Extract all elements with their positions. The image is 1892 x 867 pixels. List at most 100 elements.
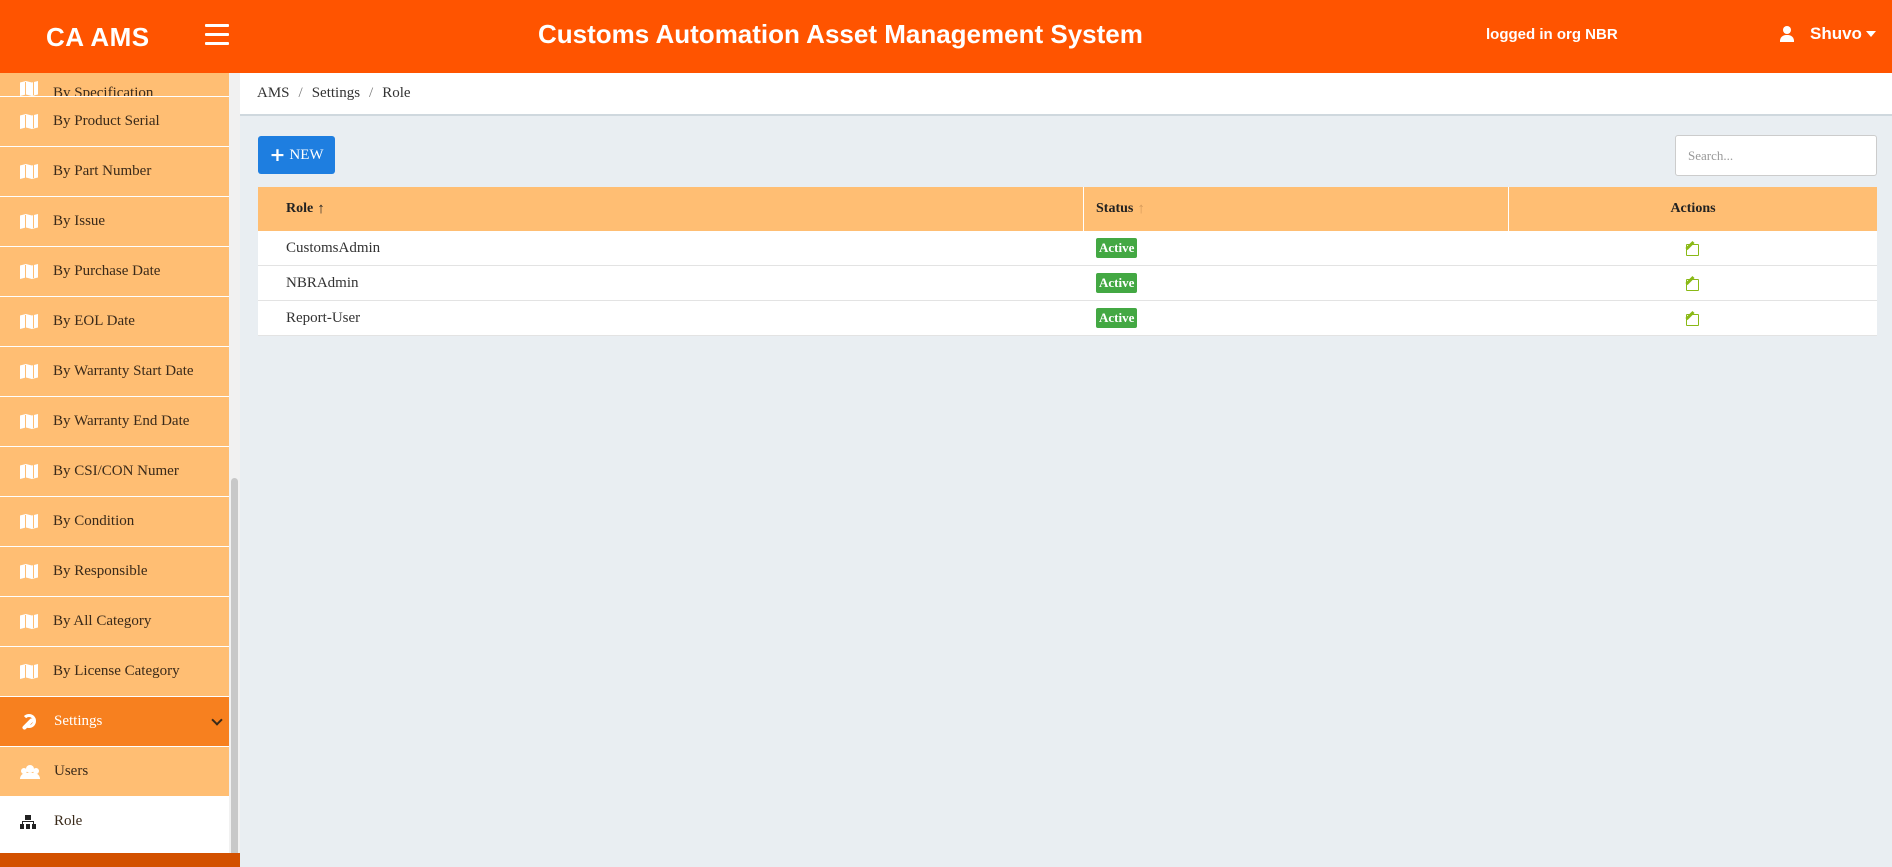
sidebar: By Specification By Product Serial By Par… — [0, 73, 240, 867]
role-cell: Report-User — [286, 309, 361, 326]
sort-icon: ↑ — [1137, 200, 1145, 217]
sidebar-item-users[interactable]: Users — [0, 747, 229, 797]
column-header-actions: Actions — [1509, 187, 1877, 231]
breadcrumb-ams[interactable]: AMS — [257, 85, 290, 102]
sidebar-item-by-issue[interactable]: By Issue — [0, 197, 229, 247]
top-bar: CA AMS Customs Automation Asset Manageme… — [0, 0, 1892, 73]
status-cell: Active — [1084, 231, 1509, 265]
app-title: Customs Automation Asset Management Syst… — [538, 19, 1143, 49]
map-icon — [20, 264, 38, 279]
sidebar-item-by-product-serial[interactable]: By Product Serial — [0, 97, 229, 147]
sidebar-menu: By Specification By Product Serial By Par… — [0, 73, 229, 847]
sidebar-item-by-purchase-date[interactable]: By Purchase Date — [0, 247, 229, 297]
sidebar-item-label: Users — [54, 763, 89, 779]
sidebar-item-label: By License Category — [53, 663, 180, 679]
menu-toggle-icon[interactable] — [205, 24, 229, 46]
sidebar-item-by-csi-con-numer[interactable]: By CSI/CON Numer — [0, 447, 229, 497]
sidebar-item-by-license-category[interactable]: By License Category — [0, 647, 229, 697]
edit-icon[interactable] — [1685, 277, 1701, 291]
roles-table: Role ↑ Status ↑ Actions CustomsAdmin Acti… — [258, 187, 1877, 336]
sidebar-item-label: By Purchase Date — [53, 263, 161, 279]
sidebar-item-by-all-category[interactable]: By All Category — [0, 597, 229, 647]
sidebar-item-label: By Condition — [53, 513, 135, 529]
sort-ascending-icon: ↑ — [317, 200, 325, 217]
sidebar-item-by-specification[interactable]: By Specification — [0, 73, 229, 97]
sidebar-item-by-part-number[interactable]: By Part Number — [0, 147, 229, 197]
breadcrumb-role: Role — [382, 85, 411, 101]
users-icon — [20, 764, 40, 779]
table-row[interactable]: CustomsAdmin Active — [258, 231, 1877, 266]
breadcrumb-settings[interactable]: Settings — [312, 85, 360, 102]
status-badge: Active — [1096, 273, 1138, 293]
map-icon — [20, 114, 38, 129]
table-body: CustomsAdmin Active NBRAdmin Active Report-U… — [258, 231, 1877, 336]
map-icon — [20, 664, 38, 679]
sitemap-icon — [20, 814, 36, 829]
user-icon — [1780, 26, 1794, 42]
login-org-text: logged in org NBR — [1486, 26, 1618, 43]
sidebar-item-by-warranty-end-date[interactable]: By Warranty End Date — [0, 397, 229, 447]
sidebar-footer — [0, 853, 240, 867]
sidebar-item-label: By EOL Date — [53, 313, 135, 329]
map-icon — [20, 81, 38, 96]
sidebar-item-label: By Responsible — [53, 563, 148, 579]
actions-cell — [1509, 301, 1877, 335]
sidebar-item-by-condition[interactable]: By Condition — [0, 497, 229, 547]
actions-cell — [1509, 266, 1877, 300]
role-cell: NBRAdmin — [286, 274, 359, 291]
column-header-label: Role — [286, 201, 314, 216]
map-icon — [20, 514, 38, 529]
status-cell: Active — [1084, 266, 1509, 300]
sidebar-item-label: By Specification — [53, 85, 154, 97]
sidebar-item-by-responsible[interactable]: By Responsible — [0, 547, 229, 597]
map-icon — [20, 164, 38, 179]
edit-icon[interactable] — [1685, 242, 1701, 256]
map-icon — [20, 564, 38, 579]
map-icon — [20, 364, 38, 379]
map-icon — [20, 414, 38, 429]
breadcrumb-separator: / — [369, 85, 374, 101]
new-button[interactable]: + NEW — [258, 136, 335, 174]
sidebar-item-by-warranty-start-date[interactable]: By Warranty Start Date — [0, 347, 229, 397]
edit-icon[interactable] — [1685, 312, 1701, 326]
map-icon — [20, 614, 38, 629]
breadcrumb: AMS / Settings / Role — [240, 73, 1892, 116]
column-header-label: Actions — [1670, 201, 1716, 216]
sidebar-item-label: By Issue — [53, 213, 106, 229]
user-menu[interactable]: Shuvo — [1780, 24, 1876, 44]
breadcrumb-separator: / — [298, 85, 303, 101]
chevron-down-icon — [211, 713, 223, 726]
status-badge: Active — [1096, 238, 1138, 258]
sidebar-item-label: By Warranty End Date — [53, 413, 190, 429]
column-header-status[interactable]: Status ↑ — [1084, 187, 1509, 231]
sidebar-item-role[interactable]: Role — [0, 797, 229, 847]
map-icon — [20, 464, 38, 479]
search-input[interactable] — [1675, 135, 1877, 176]
wrench-icon — [20, 713, 36, 730]
sidebar-item-label: By All Category — [53, 613, 152, 629]
chevron-down-icon — [1865, 31, 1876, 37]
sidebar-item-by-eol-date[interactable]: By EOL Date — [0, 297, 229, 347]
sidebar-item-label: By CSI/CON Numer — [53, 463, 179, 479]
sidebar-item-label: Role — [54, 813, 83, 829]
table-row[interactable]: Report-User Active — [258, 301, 1877, 336]
actions-cell — [1509, 231, 1877, 265]
role-cell: CustomsAdmin — [286, 239, 381, 256]
sidebar-item-label: Settings — [54, 713, 103, 729]
map-icon — [20, 314, 38, 329]
table-row[interactable]: NBRAdmin Active — [258, 266, 1877, 301]
table-header: Role ↑ Status ↑ Actions — [258, 187, 1877, 231]
plus-icon: + — [269, 144, 286, 166]
status-cell: Active — [1084, 301, 1509, 335]
scrollbar-thumb[interactable] — [231, 478, 238, 867]
column-header-role[interactable]: Role ↑ — [258, 187, 1084, 231]
brand-logo[interactable]: CA AMS — [46, 22, 150, 53]
sidebar-item-label: By Part Number — [53, 163, 152, 179]
status-badge: Active — [1096, 308, 1138, 328]
sidebar-item-label: By Product Serial — [53, 113, 160, 129]
sidebar-item-settings[interactable]: Settings — [0, 697, 229, 747]
sidebar-scrollbar[interactable] — [229, 73, 240, 867]
column-header-label: Status — [1096, 201, 1134, 216]
user-name: Shuvo — [1810, 24, 1862, 43]
new-button-label: NEW — [289, 146, 324, 163]
